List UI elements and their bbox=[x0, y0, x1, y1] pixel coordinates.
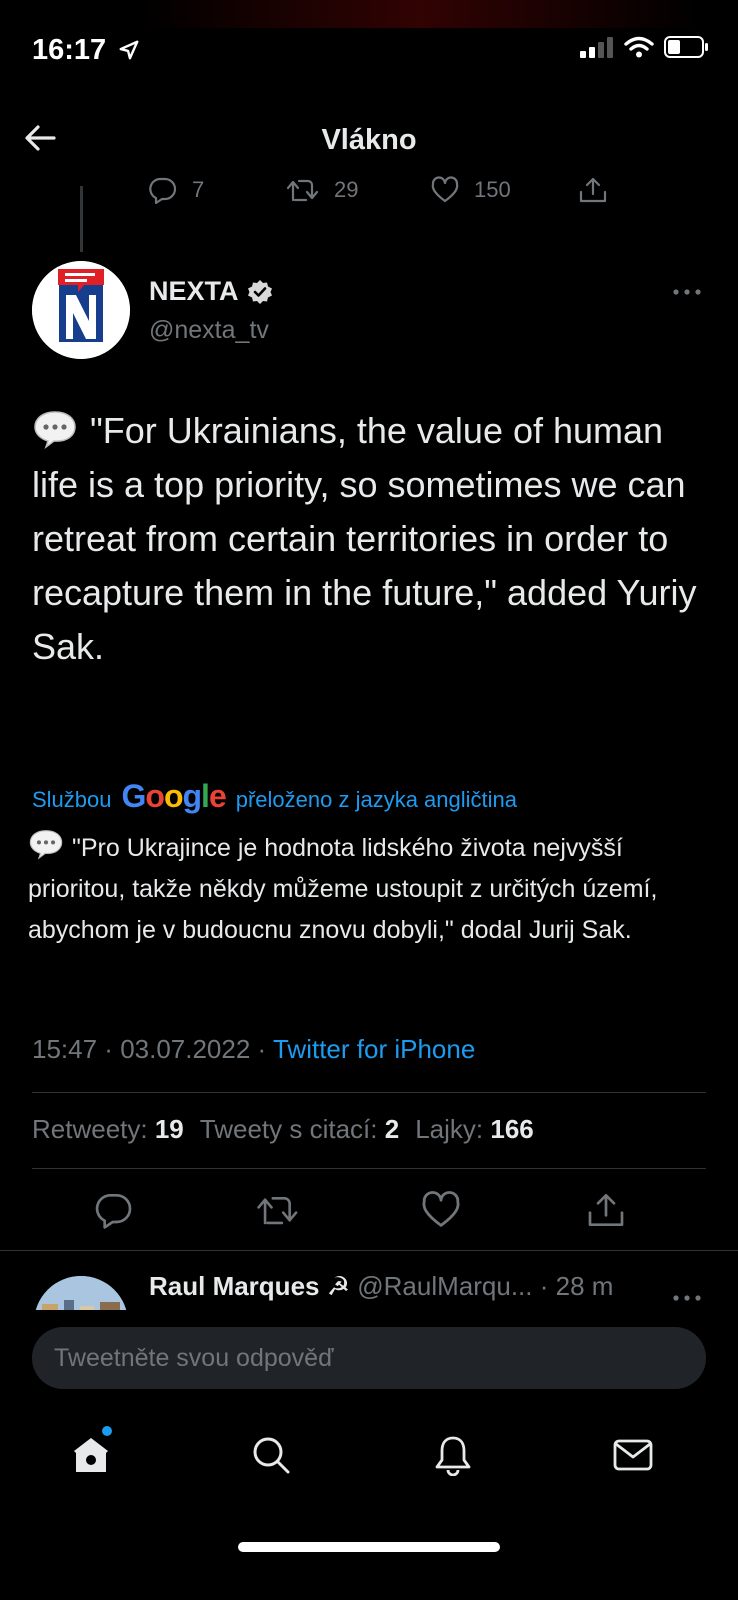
status-time: 16:17 bbox=[32, 34, 140, 67]
thread-connector bbox=[80, 186, 83, 252]
tweet-text: "For Ukrainians, the value of human life… bbox=[32, 404, 712, 674]
tweet-time: 15:47 bbox=[32, 1034, 98, 1064]
prev-retweet-count: 29 bbox=[334, 177, 359, 202]
share-icon bbox=[588, 1194, 624, 1226]
location-arrow-icon bbox=[119, 40, 139, 60]
wifi-icon bbox=[624, 36, 654, 58]
quotes-count: 2 bbox=[384, 1114, 400, 1144]
author-name[interactable]: NEXTA bbox=[149, 276, 273, 307]
prev-reply-count: 7 bbox=[192, 177, 205, 202]
divider bbox=[32, 1168, 706, 1169]
retweets-label: Retweety: bbox=[32, 1114, 148, 1144]
reply-button[interactable] bbox=[94, 1190, 134, 1235]
more-icon bbox=[673, 1295, 701, 1301]
likes-stat[interactable]: Lajky: 166 bbox=[415, 1114, 534, 1145]
tweet-text-content: "For Ukrainians, the value of human life… bbox=[32, 410, 697, 667]
tweet-more-button[interactable] bbox=[672, 284, 702, 302]
translated-text-content: "Pro Ukrajince je hodnota lidského život… bbox=[28, 834, 658, 944]
more-icon bbox=[673, 289, 701, 295]
messages-icon bbox=[613, 1439, 653, 1471]
prev-reply-button[interactable]: 7 bbox=[148, 176, 286, 204]
like-button[interactable] bbox=[420, 1190, 462, 1235]
reply-more-button[interactable] bbox=[672, 1290, 702, 1308]
tweet-date: 03.07.2022 bbox=[120, 1034, 251, 1064]
prev-retweet-button[interactable]: 29 bbox=[286, 176, 430, 204]
retweet-button[interactable] bbox=[256, 1190, 300, 1235]
share-button[interactable] bbox=[586, 1190, 626, 1235]
reply-separator: · bbox=[532, 1271, 556, 1301]
reply-icon bbox=[95, 1193, 132, 1229]
reply-author-name: Raul Marques ☭ bbox=[149, 1271, 351, 1301]
tab-home[interactable] bbox=[70, 1434, 112, 1481]
prev-like-count: 150 bbox=[474, 177, 511, 202]
battery-icon bbox=[664, 36, 708, 58]
translated-text: "Pro Ukrajince je hodnota lidského život… bbox=[28, 828, 718, 951]
author-avatar[interactable] bbox=[32, 261, 130, 359]
verified-icon bbox=[247, 279, 272, 304]
tab-notifications[interactable] bbox=[432, 1434, 474, 1481]
translation-prefix: Službou bbox=[32, 786, 112, 812]
quotes-label: Tweety s citací: bbox=[199, 1114, 378, 1144]
retweet-icon bbox=[257, 1197, 298, 1225]
status-glow bbox=[140, 0, 700, 28]
nexta-logo bbox=[32, 261, 130, 359]
divider bbox=[32, 1092, 706, 1093]
google-logo: Google bbox=[121, 778, 227, 814]
previous-tweet-actions: 7 29 150 bbox=[148, 176, 608, 204]
status-icons bbox=[580, 36, 708, 58]
speech-bubble-emoji-icon bbox=[29, 830, 63, 860]
tweet-meta: 15:47 · 03.07.2022 · Twitter for iPhone bbox=[32, 1034, 476, 1064]
like-icon bbox=[431, 176, 459, 203]
tweet-actions bbox=[0, 1190, 738, 1236]
tab-messages[interactable] bbox=[612, 1434, 654, 1481]
retweets-stat[interactable]: Retweety: 19 bbox=[32, 1114, 184, 1145]
share-icon bbox=[579, 177, 607, 203]
quotes-stat[interactable]: Tweety s citací: 2 bbox=[200, 1114, 399, 1145]
likes-label: Lajky: bbox=[415, 1114, 484, 1144]
retweet-icon bbox=[286, 179, 319, 202]
cellular-signal-icon bbox=[580, 37, 613, 58]
translation-attribution[interactable]: Službou Google přeloženo z jazyka anglič… bbox=[32, 778, 518, 815]
reply-header[interactable]: Raul Marques ☭ @RaulMarqu... · 28 m bbox=[149, 1271, 613, 1302]
home-notification-dot bbox=[102, 1426, 112, 1436]
reply-compose-input[interactable]: Tweetněte svou odpověď bbox=[32, 1327, 706, 1389]
home-indicator bbox=[238, 1542, 500, 1552]
author-name-text: NEXTA bbox=[149, 276, 239, 306]
like-icon bbox=[422, 1191, 460, 1227]
tab-search[interactable] bbox=[250, 1434, 292, 1481]
divider bbox=[0, 1250, 738, 1251]
author-handle[interactable]: @nexta_tv bbox=[149, 316, 269, 345]
translation-suffix: přeloženo z jazyka angličtina bbox=[235, 786, 518, 812]
tweet-stats: Retweety: 19 Tweety s citací: 2 Lajky: 1… bbox=[32, 1114, 534, 1145]
prev-share-button[interactable] bbox=[578, 176, 608, 204]
notifications-icon bbox=[435, 1436, 471, 1477]
prev-like-button[interactable]: 150 bbox=[430, 176, 578, 204]
tweet-source-link[interactable]: Twitter for iPhone bbox=[273, 1034, 475, 1064]
page-title: Vlákno bbox=[321, 124, 417, 156]
reply-icon bbox=[149, 177, 177, 204]
retweets-count: 19 bbox=[154, 1114, 184, 1144]
speech-bubble-emoji-icon bbox=[34, 411, 76, 450]
reply-author-handle: @RaulMarqu... bbox=[357, 1271, 533, 1301]
home-icon bbox=[74, 1438, 108, 1472]
reply-time: 28 m bbox=[555, 1271, 614, 1301]
search-icon bbox=[253, 1437, 290, 1474]
likes-count: 166 bbox=[490, 1114, 534, 1144]
